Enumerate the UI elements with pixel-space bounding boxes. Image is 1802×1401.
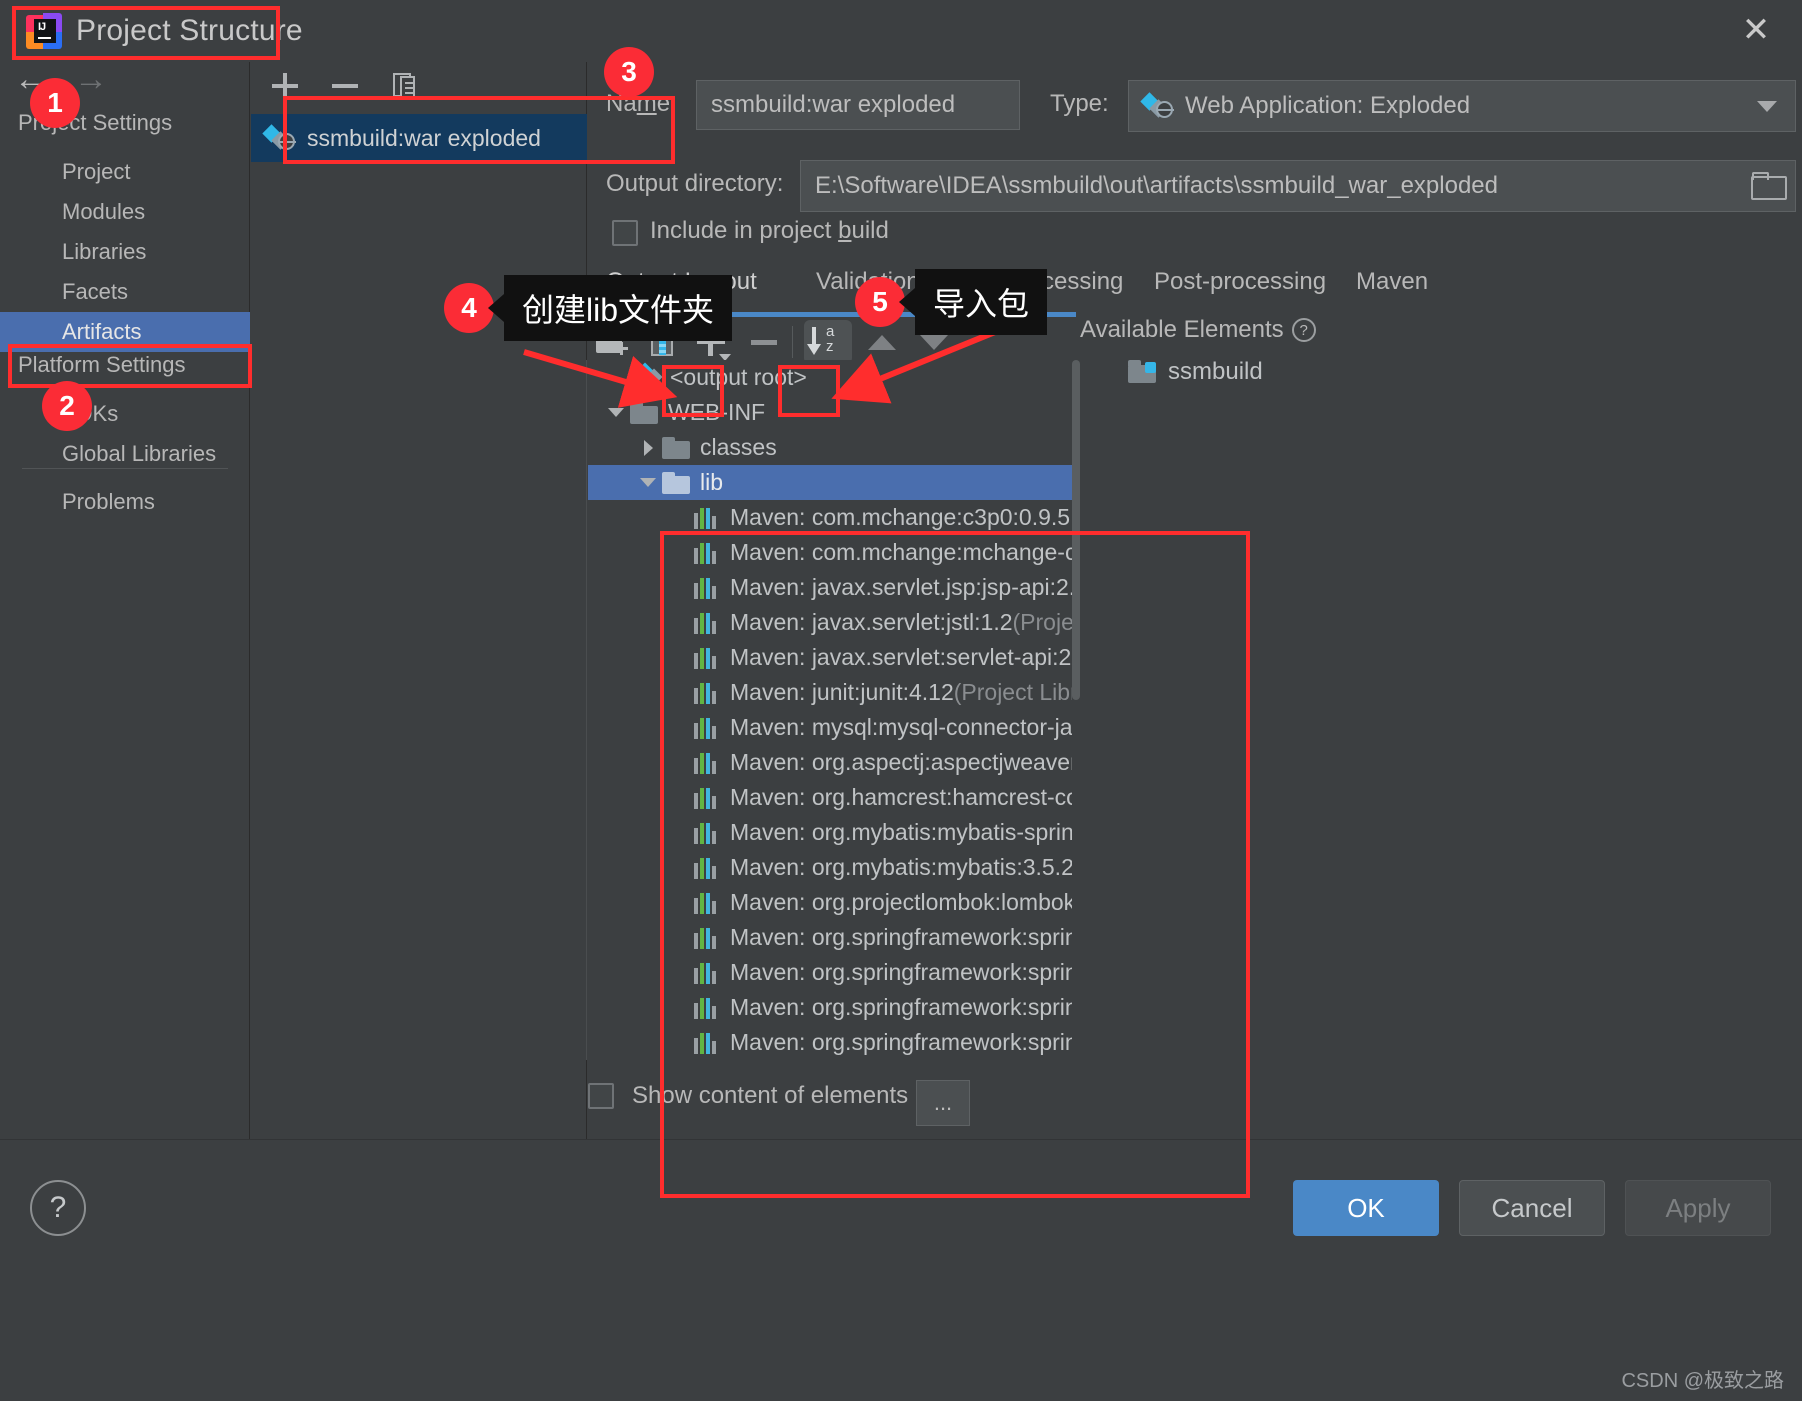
chevron-right-icon[interactable]	[634, 430, 662, 465]
output-directory-value: E:\Software\IDEA\ssmbuild\out\artifacts\…	[815, 172, 1498, 199]
chevron-down-icon	[1757, 101, 1777, 112]
ok-button[interactable]: OK	[1293, 1180, 1439, 1236]
sidebar-item-sdks[interactable]: SDKs	[0, 394, 250, 434]
sidebar-item-problems[interactable]: Problems	[0, 482, 250, 522]
include-in-project-build-label: Include in project build	[650, 217, 889, 244]
folder-icon	[630, 401, 658, 424]
artifacts-list-panel: ssmbuild:war exploded	[251, 62, 587, 1139]
sort-az-icon: az	[807, 324, 846, 357]
annotation-tooltip-4: 创建lib文件夹	[487, 275, 733, 341]
type-combobox[interactable]: Web Application: Exploded	[1128, 80, 1796, 132]
module-icon	[1128, 360, 1156, 384]
tab-maven[interactable]: Maven	[1356, 268, 1428, 296]
annotation-box-artifact-item	[283, 96, 675, 164]
web-application-type-icon	[1140, 92, 1174, 119]
annotation-box-lib-contents	[660, 531, 1250, 1198]
include-in-project-build-checkbox[interactable]	[612, 220, 638, 246]
close-icon[interactable]: ✕	[1736, 10, 1776, 50]
chevron-down-icon[interactable]	[634, 465, 662, 500]
browse-folder-icon[interactable]	[1751, 172, 1785, 200]
tree-row-label: lib	[700, 469, 724, 495]
triangle-up-icon	[868, 334, 896, 350]
tree-left-border	[586, 360, 587, 1060]
sort-alphabetically-button[interactable]: az	[804, 320, 852, 364]
type-value: Web Application: Exploded	[1185, 92, 1471, 119]
folder-icon	[662, 436, 690, 459]
chevron-down-icon[interactable]	[602, 395, 630, 430]
output-directory-field[interactable]: E:\Software\IDEA\ssmbuild\out\artifacts\…	[800, 160, 1796, 212]
minus-icon	[751, 339, 777, 345]
sidebar-item-facets[interactable]: Facets	[0, 272, 250, 312]
annotation-number-1: 1	[30, 78, 80, 128]
sidebar-item-modules[interactable]: Modules	[0, 192, 250, 232]
annotation-box-create-dir	[662, 365, 724, 417]
annotation-number-2: 2	[42, 381, 92, 431]
type-label: Type:	[1050, 90, 1109, 117]
annotation-number-4: 4	[444, 283, 494, 333]
tree-row-label: classes	[700, 434, 777, 460]
output-root-icon	[627, 362, 663, 391]
output-directory-label: Output directory:	[606, 170, 784, 197]
folder-icon	[662, 471, 690, 494]
annotation-box-title	[12, 6, 280, 60]
apply-button[interactable]: Apply	[1625, 1180, 1771, 1236]
available-elements-header: Available Elements ?	[1080, 316, 1316, 344]
forward-arrow-icon[interactable]: →	[74, 62, 108, 96]
tree-row-label: Maven: com.mchange:c3p0:0.9.5.2	[730, 504, 1076, 530]
sidebar: ← → Project Settings Project Modules Lib…	[0, 62, 250, 1139]
tree-row[interactable]: classes	[588, 430, 1076, 465]
annotation-tooltip-5: 导入包	[898, 269, 1048, 335]
show-content-checkbox[interactable]	[588, 1083, 614, 1109]
detail-tabs: Output Layout Validation Pre-processing …	[588, 268, 1802, 317]
tab-post-processing[interactable]: Post-processing	[1154, 268, 1326, 296]
sidebar-divider	[22, 468, 228, 469]
annotation-number-5: 5	[855, 277, 905, 327]
watermark: CSDN @极致之路	[1621, 1370, 1784, 1392]
minus-icon	[332, 84, 358, 88]
available-element-item[interactable]: ssmbuild	[1128, 358, 1263, 386]
triangle-down-icon	[920, 334, 948, 350]
remove-element-button[interactable]	[740, 320, 788, 364]
tree-row[interactable]: lib	[588, 465, 1076, 500]
annotation-box-add-element	[778, 365, 840, 417]
maven-library-icon	[694, 507, 720, 529]
toolbar-separator	[792, 326, 793, 358]
annotation-box-artifacts	[8, 344, 252, 388]
help-icon[interactable]: ?	[1291, 318, 1316, 342]
sidebar-item-project[interactable]: Project	[0, 152, 250, 192]
help-button[interactable]: ?	[30, 1180, 86, 1236]
cancel-button[interactable]: Cancel	[1459, 1180, 1605, 1236]
tree-row[interactable]: Maven: com.mchange:c3p0:0.9.5.2	[588, 500, 1076, 535]
available-elements-label: Available Elements	[1080, 316, 1284, 343]
available-element-label: ssmbuild	[1168, 358, 1263, 385]
name-input[interactable]	[696, 80, 1020, 130]
annotation-number-3: 3	[604, 47, 654, 97]
sidebar-item-libraries[interactable]: Libraries	[0, 232, 250, 272]
